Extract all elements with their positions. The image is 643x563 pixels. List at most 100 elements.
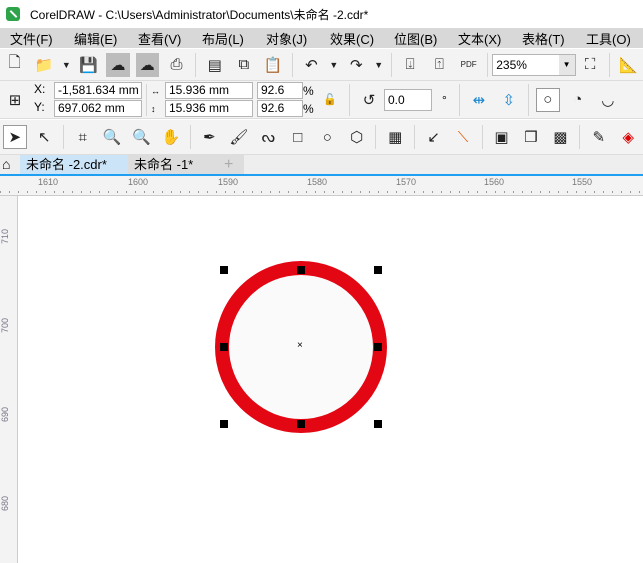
shape-tool-icon[interactable]: ↖ (33, 125, 56, 149)
pen-tool-icon[interactable]: ✒ (198, 125, 221, 149)
menu-view[interactable]: 查看(V) (128, 29, 192, 48)
chevron-down-icon[interactable]: ▼ (61, 53, 71, 77)
selection-handle[interactable] (374, 343, 382, 351)
add-tab-icon[interactable]: + (224, 155, 233, 174)
percent-label: % (303, 83, 314, 98)
mirror-horizontal-icon[interactable]: ⇹ (467, 88, 491, 112)
connector-tool-icon[interactable]: ↙ (422, 125, 445, 149)
selection-handle[interactable] (220, 343, 228, 351)
eyedropper-tool-icon[interactable]: ✎ (587, 125, 610, 149)
menu-edit[interactable]: 编辑(E) (64, 29, 128, 48)
print-icon[interactable]: ⎙ (165, 53, 188, 77)
horizontal-ruler[interactable]: 1610 1600 1590 1580 1570 1560 1550 (0, 176, 643, 196)
height-input[interactable]: 15.936 mm (165, 100, 253, 117)
height-icon: ↕ (151, 103, 156, 114)
cloud-upload-icon[interactable]: ☁ (135, 52, 159, 77)
ruler-label: 1610 (38, 177, 59, 187)
window-title: CorelDRAW - C:\Users\Administrator\Docum… (30, 7, 369, 22)
zoom-tool-icon[interactable]: 🔍 (100, 125, 123, 149)
save-icon[interactable]: 💾 (77, 53, 100, 77)
new-document-icon[interactable]: 🗋 (3, 53, 26, 77)
menu-bitmaps[interactable]: 位图(B) (384, 29, 448, 48)
reference-point-icon[interactable]: ⊞ (3, 88, 27, 112)
title-bar: CorelDRAW - C:\Users\Administrator\Docum… (0, 0, 643, 28)
selection-handle[interactable] (220, 420, 228, 428)
property-bar: ⊞ X: -1,581.634 mm Y: 697.062 mm ↔ 15.93… (0, 81, 643, 119)
chevron-down-icon[interactable]: ▼ (558, 54, 575, 75)
ruler-label: 1600 (128, 177, 149, 187)
scale-y-input[interactable]: 92.6 (257, 100, 303, 117)
menu-file[interactable]: 文件(F) (0, 29, 64, 48)
vertical-ruler[interactable]: 710 700 690 680 (0, 196, 18, 563)
ruler-label: 1580 (307, 177, 328, 187)
x-position-input[interactable]: -1,581.634 mm (54, 82, 142, 99)
scale-x-input[interactable]: 92.6 (257, 82, 303, 99)
cut-icon[interactable]: ▤ (203, 53, 226, 77)
menu-layout[interactable]: 布局(L) (192, 29, 256, 48)
selection-handle[interactable] (374, 420, 382, 428)
chevron-down-icon[interactable]: ▼ (329, 53, 339, 77)
width-icon: ↔ (151, 85, 160, 96)
tab-label: 未命名 -2.cdr* (26, 157, 107, 172)
table-tool-icon[interactable]: ▦ (383, 125, 406, 149)
pan-tool-icon[interactable]: ✋ (159, 125, 182, 149)
zoom-out-icon[interactable]: 🔍 (130, 125, 153, 149)
standard-toolbar: 🗋 📁 ▼ 💾 ☁ ☁ ⎙ ▤ ⧉ 📋 ↶ ▼ ↷ ▼ ⍗ ⍐ PDF 235%… (0, 49, 643, 81)
export-icon[interactable]: ⍐ (428, 53, 451, 77)
menu-text[interactable]: 文本(X) (448, 29, 512, 48)
pdf-label: PDF (460, 60, 477, 69)
menu-bar: 文件(F) 编辑(E) 查看(V) 布局(L) 对象(J) 效果(C) 位图(B… (0, 28, 643, 48)
cloud-download-icon[interactable]: ☁ (106, 52, 130, 77)
publish-pdf-icon[interactable]: PDF (457, 53, 480, 77)
full-screen-icon[interactable]: ⛶ (579, 53, 602, 77)
drawing-canvas[interactable]: × (19, 197, 643, 563)
home-icon[interactable]: ⌂ (0, 155, 20, 174)
mirror-vertical-icon[interactable]: ⇳ (497, 88, 521, 112)
chevron-down-icon[interactable]: ▼ (374, 53, 384, 77)
rulers-icon[interactable]: 📐 (617, 53, 640, 77)
polygon-tool-icon[interactable]: ⬡ (345, 125, 368, 149)
lock-ratio-icon[interactable]: 🔓 (318, 88, 342, 112)
menu-effects[interactable]: 效果(C) (320, 29, 384, 48)
rotation-input[interactable]: 0.0 (384, 88, 432, 111)
rectangle-tool-icon[interactable]: □ (286, 125, 309, 149)
crop-tool-icon[interactable]: ⌗ (71, 125, 94, 149)
menu-tools[interactable]: 工具(O) (576, 29, 640, 48)
fill-tool-icon[interactable]: ◈ (617, 125, 640, 149)
y-label: Y: (34, 100, 45, 114)
degree-label: ° (442, 92, 447, 107)
ruler-label: 1560 (484, 177, 505, 187)
y-position-input[interactable]: 697.062 mm (54, 100, 142, 117)
open-folder-icon[interactable]: 📁 (32, 53, 55, 77)
undo-icon[interactable]: ↶ (300, 53, 323, 77)
width-input[interactable]: 15.936 mm (165, 82, 253, 99)
selection-handle[interactable] (297, 420, 305, 428)
toolbox: ➤ ↖ ⌗ 🔍 🔍 ✋ ✒ 🖌 ᔓ □ ○ ⬡ ▦ ↙ ⟍ ▣ ❒ ▩ ✎ ◈ (0, 120, 643, 155)
ellipse-tool-icon[interactable]: ○ (316, 125, 339, 149)
drop-shadow-tool-icon[interactable]: ❒ (519, 125, 542, 149)
arc-mode-icon[interactable]: ◡ (596, 88, 620, 112)
zoom-select[interactable]: 235% ▼ (492, 53, 576, 76)
redo-icon[interactable]: ↷ (345, 53, 368, 77)
paste-icon[interactable]: 📋 (262, 53, 285, 77)
ellipse-mode-icon[interactable]: ○ (535, 87, 560, 112)
copy-icon[interactable]: ⧉ (232, 53, 255, 77)
tab-document-2[interactable]: 未命名 -2.cdr* (20, 155, 128, 174)
selection-handle[interactable] (374, 266, 382, 274)
transparency-tool-icon[interactable]: ▩ (549, 125, 572, 149)
pick-tool-icon[interactable]: ➤ (3, 125, 27, 149)
coreldraw-logo-icon (6, 7, 20, 21)
import-icon[interactable]: ⍗ (399, 53, 422, 77)
brush-tool-icon[interactable]: 🖌 (227, 125, 250, 149)
curve-tool-icon[interactable]: ᔓ (257, 125, 280, 149)
ruler-label: 680 (0, 495, 10, 511)
menu-object[interactable]: 对象(J) (256, 29, 320, 48)
menu-table[interactable]: 表格(T) (512, 29, 576, 48)
tab-document-1[interactable]: 未命名 -1* + (128, 155, 244, 174)
selection-handle[interactable] (220, 266, 228, 274)
contour-tool-icon[interactable]: ▣ (490, 125, 513, 149)
dimension-tool-icon[interactable]: ⟍ (451, 125, 474, 149)
ruler-label: 1590 (218, 177, 239, 187)
selection-handle[interactable] (297, 266, 305, 274)
pie-mode-icon[interactable]: ◔ (566, 88, 590, 112)
